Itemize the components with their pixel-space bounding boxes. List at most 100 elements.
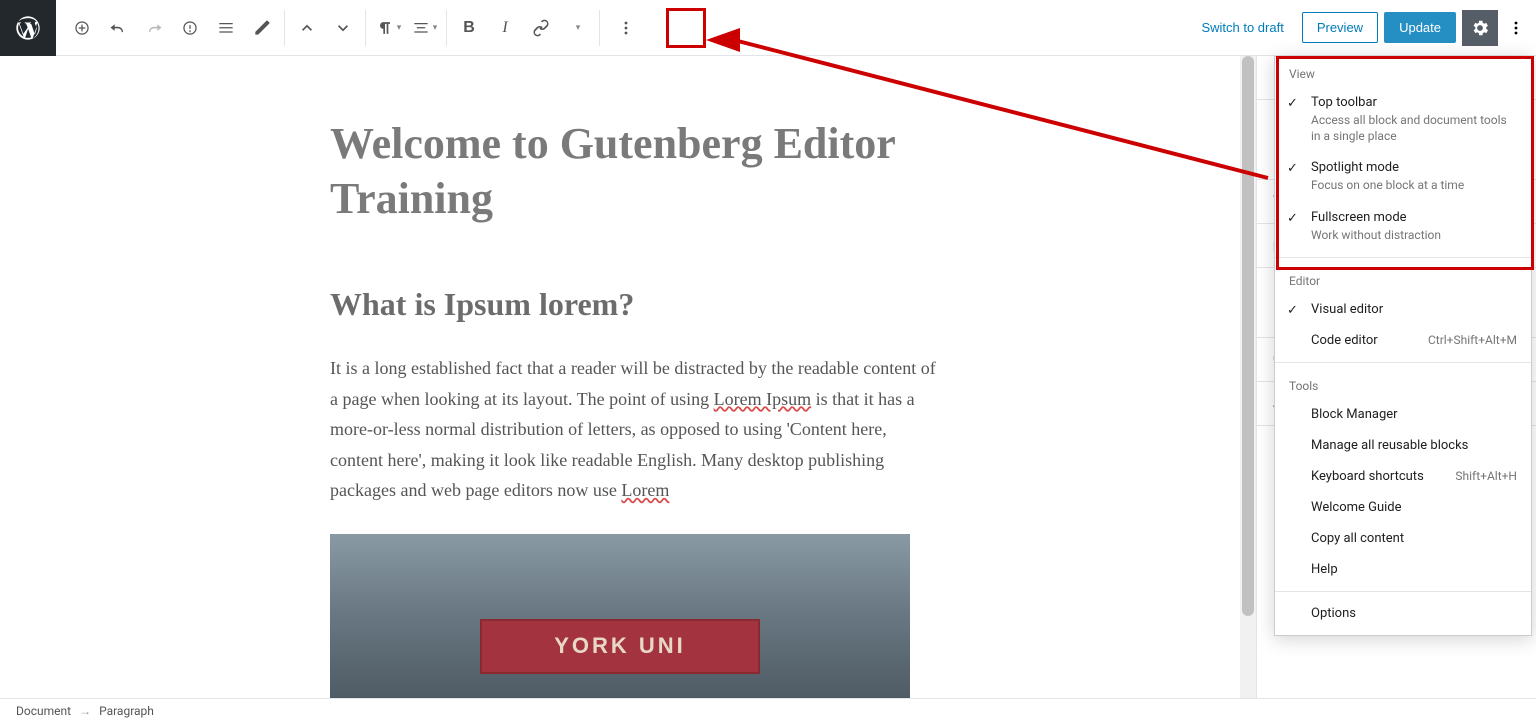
- wp-home-button[interactable]: [0, 0, 56, 56]
- menu-item-block-manager[interactable]: Block Manager: [1275, 399, 1531, 430]
- paragraph-block[interactable]: It is a long established fact that a rea…: [330, 353, 940, 506]
- paragraph-underlined: Lorem: [621, 480, 669, 500]
- menu-item-reusable-blocks[interactable]: Manage all reusable blocks: [1275, 430, 1531, 461]
- toolbar-group-doc: [64, 10, 280, 46]
- info-button[interactable]: [172, 10, 208, 46]
- chevron-down-icon: [333, 18, 353, 38]
- breadcrumb-item[interactable]: Document: [16, 704, 71, 718]
- editor-canvas-wrap: Welcome to Gutenberg Editor Training Wha…: [0, 56, 1256, 698]
- menu-item-top-toolbar[interactable]: ✓ Top toolbar Access all block and docum…: [1275, 87, 1531, 152]
- menu-item-title: Fullscreen mode: [1311, 210, 1517, 225]
- image-text-overlay: YORK UNI: [480, 619, 760, 674]
- more-vertical-icon: [1506, 18, 1526, 38]
- arrow-right-icon: →: [79, 704, 91, 718]
- menu-item-title: Options: [1311, 606, 1517, 621]
- menu-section-label: View: [1275, 57, 1531, 87]
- undo-icon: [108, 18, 128, 38]
- align-icon: [411, 18, 431, 38]
- menu-item-title: Copy all content: [1311, 531, 1517, 546]
- menu-item-desc: Focus on one block at a time: [1311, 177, 1517, 193]
- menu-item-title: Block Manager: [1311, 407, 1517, 422]
- list-icon: [216, 18, 236, 38]
- menu-separator: [1275, 591, 1531, 592]
- plus-circle-icon: [72, 18, 92, 38]
- menu-item-visual-editor[interactable]: ✓ Visual editor: [1275, 294, 1531, 325]
- menu-separator: [1275, 257, 1531, 258]
- toolbar-separator: [365, 10, 366, 46]
- vertical-scrollbar[interactable]: [1240, 56, 1256, 698]
- chevron-up-icon: [297, 18, 317, 38]
- add-block-button[interactable]: [64, 10, 100, 46]
- info-icon: [180, 18, 200, 38]
- paragraph-underlined: Lorem Ipsum: [714, 389, 811, 409]
- menu-item-desc: Access all block and document tools in a…: [1311, 112, 1517, 144]
- more-format-button[interactable]: ▾: [559, 10, 595, 46]
- editor-canvas[interactable]: Welcome to Gutenberg Editor Training Wha…: [330, 116, 940, 698]
- settings-button[interactable]: [1462, 10, 1498, 46]
- scrollbar-thumb[interactable]: [1242, 56, 1254, 616]
- pencil-icon: [252, 18, 272, 38]
- move-up-button[interactable]: [289, 10, 325, 46]
- menu-item-title: Top toolbar: [1311, 95, 1517, 110]
- menu-item-spotlight[interactable]: ✓ Spotlight mode Focus on one block at a…: [1275, 152, 1531, 201]
- heading-text: ?: [618, 286, 634, 322]
- heading-text: What is: [330, 286, 444, 322]
- move-down-button[interactable]: [325, 10, 361, 46]
- page-title[interactable]: Welcome to Gutenberg Editor Training: [330, 116, 940, 226]
- update-button[interactable]: Update: [1384, 12, 1456, 43]
- menu-item-desc: Work without distraction: [1311, 227, 1517, 243]
- menu-item-title: Help: [1311, 562, 1517, 577]
- menu-section-label: Editor: [1275, 264, 1531, 294]
- check-icon: ✓: [1287, 211, 1298, 226]
- menu-separator: [1275, 362, 1531, 363]
- outline-button[interactable]: [208, 10, 244, 46]
- menu-item-code-editor[interactable]: Ctrl+Shift+Alt+M Code editor: [1275, 325, 1531, 356]
- check-icon: ✓: [1287, 161, 1298, 176]
- toolbar-separator: [446, 10, 447, 46]
- toolbar-separator: [599, 10, 600, 46]
- link-icon: [531, 18, 551, 38]
- more-options-menu: View ✓ Top toolbar Access all block and …: [1274, 56, 1532, 636]
- image-block[interactable]: YORK UNI: [330, 534, 910, 698]
- more-vertical-icon: [616, 18, 636, 38]
- link-button[interactable]: [523, 10, 559, 46]
- heading-underlined: Ipsum lorem: [444, 286, 619, 322]
- menu-section-label: Tools: [1275, 369, 1531, 399]
- breadcrumb-item[interactable]: Paragraph: [99, 704, 154, 718]
- editor-topbar: ▾ ▾ B I ▾ Switch to draft Preview Update: [0, 0, 1536, 56]
- gear-icon: [1470, 18, 1490, 38]
- align-button[interactable]: ▾: [406, 10, 442, 46]
- toolbar-separator: [284, 10, 285, 46]
- menu-item-fullscreen[interactable]: ✓ Fullscreen mode Work without distracti…: [1275, 202, 1531, 251]
- wordpress-icon: [14, 14, 42, 42]
- menu-shortcut: Ctrl+Shift+Alt+M: [1428, 333, 1517, 347]
- redo-button[interactable]: [136, 10, 172, 46]
- check-icon: ✓: [1287, 303, 1298, 318]
- undo-button[interactable]: [100, 10, 136, 46]
- edit-mode-button[interactable]: [244, 10, 280, 46]
- menu-item-options[interactable]: Options: [1275, 598, 1531, 629]
- menu-item-copy-all[interactable]: Copy all content: [1275, 523, 1531, 554]
- switch-to-draft-button[interactable]: Switch to draft: [1189, 12, 1295, 43]
- editor-more-button[interactable]: [1504, 10, 1528, 46]
- menu-item-help[interactable]: Help: [1275, 554, 1531, 585]
- italic-button[interactable]: I: [487, 10, 523, 46]
- block-breadcrumb: Document → Paragraph: [0, 698, 1536, 722]
- toolbar-group-block: ▾ ▾: [370, 10, 442, 46]
- toolbar-group-format: B I ▾: [451, 10, 595, 46]
- block-more-button[interactable]: [608, 10, 644, 46]
- bold-button[interactable]: B: [451, 10, 487, 46]
- block-type-button[interactable]: ▾: [370, 10, 406, 46]
- pilcrow-icon: [375, 18, 395, 38]
- menu-item-keyboard-shortcuts[interactable]: Shift+Alt+H Keyboard shortcuts: [1275, 461, 1531, 492]
- menu-item-title: Welcome Guide: [1311, 500, 1517, 515]
- redo-icon: [144, 18, 164, 38]
- preview-button[interactable]: Preview: [1302, 12, 1378, 43]
- heading-block[interactable]: What is Ipsum lorem?: [330, 286, 940, 323]
- menu-item-title: Spotlight mode: [1311, 160, 1517, 175]
- menu-item-title: Visual editor: [1311, 302, 1517, 317]
- menu-item-title: Manage all reusable blocks: [1311, 438, 1517, 453]
- check-icon: ✓: [1287, 96, 1298, 111]
- menu-shortcut: Shift+Alt+H: [1455, 469, 1517, 483]
- menu-item-welcome-guide[interactable]: Welcome Guide: [1275, 492, 1531, 523]
